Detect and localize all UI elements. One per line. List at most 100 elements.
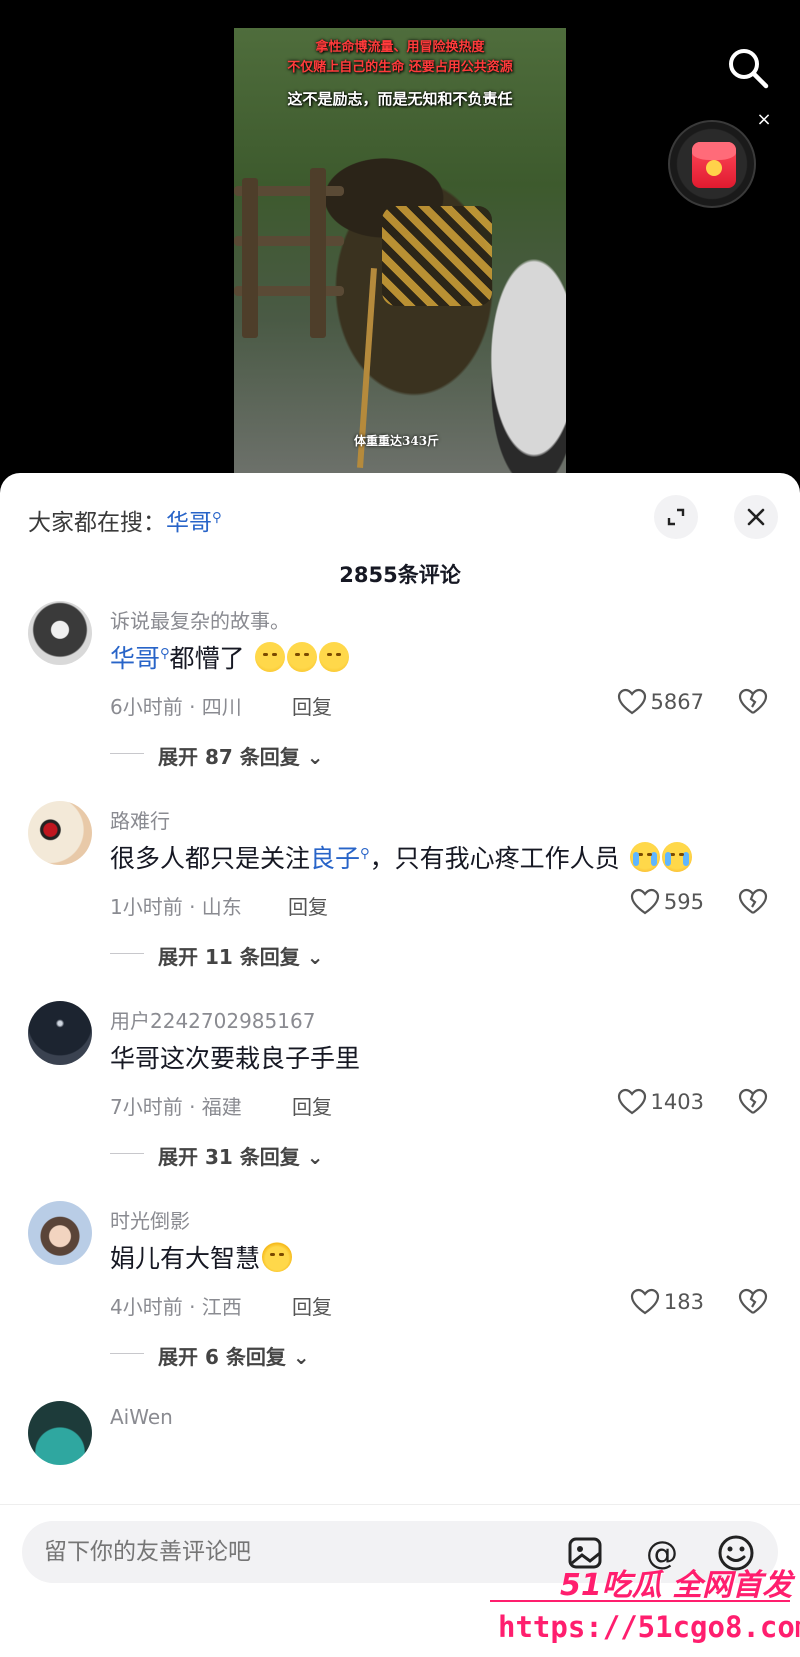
comment-text: 华哥这次要栽良子手里 [110,1044,361,1073]
video-weight-label: 体重重达343斤 [354,434,440,448]
comment-sheet: 大家都在搜：华哥⚲ 2855条评论 诉说最复杂的故事。 华哥⚲都懵了 6小时前 … [0,473,800,1657]
comment-username[interactable]: 路难行 [110,805,170,834]
like-count: 1403 [650,1090,704,1114]
comment-item: 用户2242702985167 华哥这次要栽良子手里 7小时前 · 福建 回复 … [0,1001,800,1211]
divider [110,1153,144,1154]
dislike-button[interactable] [738,1287,768,1317]
expand-button[interactable] [654,495,698,539]
red-packet-close-icon[interactable]: × [754,110,774,130]
heart-icon [617,688,646,715]
video-caption-line1: 拿性命博流量、用冒险换热度 [315,40,485,55]
laugh-cry-emoji-icon [661,842,692,872]
expand-icon [667,508,685,526]
red-packet-button[interactable] [668,120,756,208]
comment-username[interactable]: 时光倒影 [110,1205,190,1234]
avatar[interactable] [28,1001,92,1065]
like-button[interactable]: 595 [630,887,704,917]
search-icon[interactable] [724,44,772,92]
like-count: 183 [663,1290,704,1314]
avatar[interactable] [28,801,92,865]
comment-keyword-link[interactable]: 华哥 [110,644,160,673]
shirt-pattern [382,206,492,306]
chevron-down-icon: ⌄ [306,745,324,769]
expand-replies-label: 展开 6 条回复 [158,1345,286,1369]
like-count: 595 [663,890,704,914]
broken-heart-icon [738,1088,768,1114]
expand-replies-label: 展开 31 条回复 [158,1145,300,1169]
search-small-icon: ⚲ [360,846,370,862]
smirk-emoji-icon [286,642,317,672]
video-caption-line3: 这不是励志，而是无知和不负责任 [287,90,513,108]
comment-username[interactable]: 诉说最复杂的故事。 [110,605,290,634]
emoji-icon[interactable] [714,1531,758,1575]
like-button[interactable]: 5867 [617,687,704,717]
expand-replies-button[interactable]: 展开 31 条回复 ⌄ [158,1141,324,1170]
avatar[interactable] [28,1401,92,1465]
comment-text-body: 娟儿有大智慧 [110,1244,261,1273]
avatar[interactable] [28,1201,92,1265]
chevron-down-icon: ⌄ [306,945,324,969]
close-button[interactable] [734,495,778,539]
video-player[interactable]: 拿性命博流量、用冒险换热度 不仅赌上自己的生命 还要占用公共资源 这不是励志，而… [0,0,800,478]
like-button[interactable]: 183 [630,1287,704,1317]
comment-text: 很多人都只是关注良子⚲，只有我心疼工作人员 [110,839,692,875]
hot-search-keyword[interactable]: 华哥 [166,510,212,536]
heart-icon [617,1088,646,1115]
comment-item: 路难行 很多人都只是关注良子⚲，只有我心疼工作人员 1小时前 · 山东 回复 5… [0,801,800,1011]
video-caption-line2: 不仅赌上自己的生命 还要占用公共资源 [287,60,513,75]
expand-replies-label: 展开 11 条回复 [158,945,300,969]
expand-replies-button[interactable]: 展开 11 条回复 ⌄ [158,941,324,970]
chevron-down-icon: ⌄ [306,1145,324,1169]
image-icon[interactable] [566,1533,606,1573]
video-frame[interactable]: 拿性命博流量、用冒险换热度 不仅赌上自己的生命 还要占用公共资源 这不是励志，而… [234,28,566,476]
comment-item: AiWen [0,1401,800,1481]
comment-count: 2855条评论 [339,563,461,587]
comment-username[interactable]: 用户2242702985167 [110,1005,315,1034]
broken-heart-icon [738,1288,768,1314]
comment-input-bar: @ [0,1504,800,1657]
heart-icon [630,888,660,915]
comment-item: 时光倒影 娟儿有大智慧 4小时前 · 江西 回复 183 展开 6 条回复 ⌄ [0,1201,800,1411]
dislike-button[interactable] [738,887,768,917]
red-envelope-seal [706,160,722,176]
divider [110,953,144,954]
comment-text-rest: 都懵了 [169,644,245,673]
divider [110,1353,144,1354]
reply-button[interactable]: 回复 [292,1291,332,1320]
avatar[interactable] [28,601,92,665]
dislike-button[interactable] [738,687,768,717]
comment-item: 诉说最复杂的故事。 华哥⚲都懵了 6小时前 · 四川 回复 5867 展开 87… [0,601,800,811]
railing-post [310,168,326,338]
reply-button[interactable]: 回复 [288,891,328,920]
comment-text-rest: ，只有我心疼工作人员 [369,844,620,873]
expand-replies-label: 展开 87 条回复 [158,745,300,769]
divider [110,753,144,754]
hot-search-link[interactable]: 大家都在搜：华哥⚲ [28,503,222,537]
expand-replies-button[interactable]: 展开 87 条回复 ⌄ [158,741,324,770]
dislike-button[interactable] [738,1087,768,1117]
comment-time-location: 1小时前 · 山东 [110,895,242,919]
search-small-icon: ⚲ [160,646,170,662]
broken-heart-icon [738,688,768,714]
smirk-emoji-icon [254,642,285,672]
laugh-cry-emoji-icon [629,842,660,872]
reply-button[interactable]: 回复 [292,691,332,720]
comment-text-prefix: 很多人都只是关注 [110,844,311,873]
comment-time-location: 6小时前 · 四川 [110,695,242,719]
heart-icon [630,1288,660,1315]
like-count: 5867 [650,690,704,714]
comment-sheet-header: 大家都在搜：华哥⚲ 2855条评论 [0,473,800,587]
expand-replies-button[interactable]: 展开 6 条回复 ⌄ [158,1341,310,1370]
close-icon [747,508,765,526]
hot-search-prefix: 大家都在搜： [28,510,166,536]
comment-username[interactable]: AiWen [110,1405,173,1429]
reply-button[interactable]: 回复 [292,1091,332,1120]
comment-text: 娟儿有大智慧 [110,1239,293,1275]
chevron-down-icon: ⌄ [292,1345,310,1369]
railing-post [242,178,258,338]
like-button[interactable]: 1403 [617,1087,704,1117]
comment-time-location: 4小时前 · 江西 [110,1295,242,1319]
comment-keyword-link[interactable]: 良子 [310,844,360,873]
mention-icon[interactable]: @ [640,1531,684,1575]
comment-time-location: 7小时前 · 福建 [110,1095,242,1119]
